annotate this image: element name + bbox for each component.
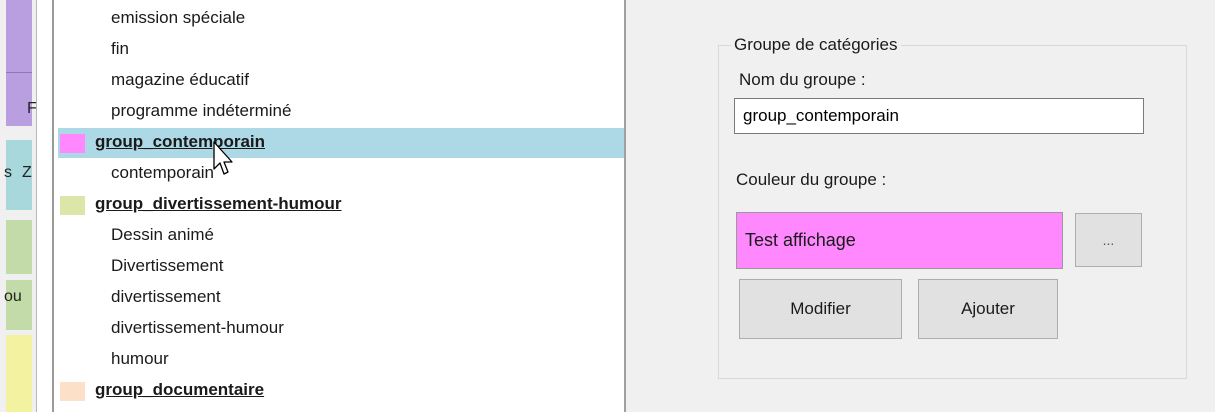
category-label: programme indéterminé [111,101,292,120]
group-color-swatch [60,382,85,401]
group-color-swatch [60,134,85,153]
group-name-input[interactable] [734,98,1144,134]
add-button[interactable]: Ajouter [918,279,1058,339]
category-label: divertissement-humour [111,318,284,337]
category-label: Dessin animé [111,225,214,244]
category-label: divertissement [111,287,221,306]
strip-cell-purple [6,0,32,72]
tree-item-row[interactable]: emission spéciale [58,4,624,34]
category-label: emission spéciale [111,8,246,27]
category-label: Divertissement [111,256,224,275]
category-label: contemporain [111,163,215,182]
tree-item-row[interactable]: programme indéterminé [58,97,624,127]
color-strip: F s Z ou [0,0,37,412]
splitter[interactable] [52,0,54,412]
strip-text-ou: ou [4,288,22,305]
tree-group-row[interactable]: group_documentaire [58,376,624,406]
category-label: humour [111,349,169,368]
tree-item-row[interactable]: contemporain [58,159,624,189]
group-color-label: Couleur du groupe : [736,170,887,189]
category-label: magazine éducatif [111,70,249,89]
strip-text-z: Z [22,164,32,181]
tree-item-row[interactable]: divertissement-humour [58,314,624,344]
tree-group-row[interactable]: group_divertissement-humour [58,190,624,220]
group-label: group_documentaire [95,380,265,399]
strip-cell-green [6,220,32,274]
tree-item-row[interactable]: magazine éducatif [58,66,624,96]
category-label: fin [111,39,129,58]
tree-item-row[interactable]: Divertissement [58,252,624,282]
tree-item-row[interactable]: fin [58,35,624,65]
group-name-label: Nom du groupe : [739,70,866,89]
strip-text-s: s [4,164,12,181]
modify-button[interactable]: Modifier [739,279,902,339]
strip-text-f: F [27,100,37,117]
tree-group-row[interactable]: group_contemporain [58,128,624,158]
color-preview: Test affichage [736,212,1063,269]
group-label: group_divertissement-humour [95,194,342,213]
group-editor-panel: Groupe de catégories Nom du groupe : Cou… [624,0,1215,412]
group-color-swatch [60,196,85,215]
category-tree[interactable]: emission spéciale fin magazine éducatif pro… [58,0,624,412]
groupbox-title: Groupe de catégories [731,35,901,55]
tree-item-row[interactable]: humour [58,345,624,375]
group-label: group_contemporain [95,132,266,151]
tree-item-row[interactable]: Dessin animé [58,221,624,251]
strip-cell-yellow [6,335,32,412]
tree-item-row[interactable]: divertissement [58,283,624,313]
color-picker-button[interactable]: ... [1075,213,1142,267]
